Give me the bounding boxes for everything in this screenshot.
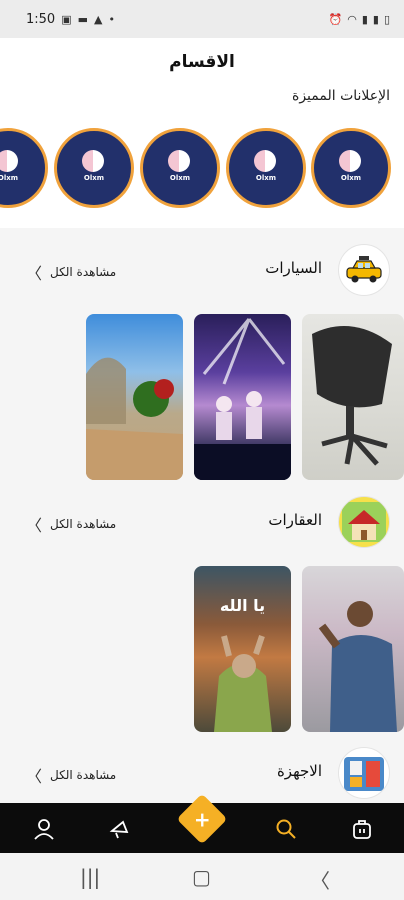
add-icon: + xyxy=(193,806,211,831)
listing-thumbnail-prayer[interactable]: يا الله xyxy=(194,566,291,732)
listing-thumbnail-man[interactable] xyxy=(302,566,404,732)
olx-logo-icon: Olxm xyxy=(329,146,373,190)
chevron-left-icon: 〈 xyxy=(26,767,43,786)
featured-ad[interactable]: Olxm xyxy=(140,128,220,208)
chevron-left-icon: 〈 xyxy=(26,264,43,283)
category-name: العقارات xyxy=(268,511,322,529)
see-all-label: مشاهدة الكل xyxy=(50,768,117,782)
category-header-cars[interactable]: السيارات 〈 مشاهدة الكل xyxy=(0,240,404,300)
olx-logo-icon: Olxm xyxy=(0,146,30,190)
listing-thumbnail-chair[interactable] xyxy=(302,314,404,480)
category-header-devices[interactable]: الاجهزة 〈 مشاهدة الكل xyxy=(0,743,404,803)
message-icon: ▬ xyxy=(77,12,89,26)
home-icon[interactable]: ▢ xyxy=(192,865,211,889)
category-name: الاجهزة xyxy=(276,762,322,780)
bottom-navigation: + xyxy=(0,793,404,853)
taxi-icon xyxy=(338,244,390,296)
olx-logo-icon: Olxm xyxy=(158,146,202,190)
dot-icon: • xyxy=(108,12,115,26)
gallery-icon: ▣ xyxy=(61,12,72,26)
featured-ad[interactable]: Olxm xyxy=(311,128,391,208)
status-time: 1:50 xyxy=(26,11,56,27)
see-all-label: مشاهدة الكل xyxy=(50,265,117,279)
category-header-real-estate[interactable]: العقارات 〈 مشاهدة الكل xyxy=(0,492,404,552)
battery-icon: ▯ xyxy=(383,12,390,26)
featured-title: الإعلانات المميزة xyxy=(292,88,390,104)
megaphone-icon[interactable] xyxy=(106,815,134,843)
signal-icon: ▮ xyxy=(361,12,368,26)
wifi-icon: ◠ xyxy=(347,12,357,26)
chevron-left-icon: 〈 xyxy=(26,516,43,535)
see-all-link[interactable]: 〈 مشاهدة الكل xyxy=(26,763,116,787)
see-all-link[interactable]: 〈 مشاهدة الكل xyxy=(26,260,116,284)
featured-ads-row[interactable]: Olxm Olxm Olxm Olxm Olxm xyxy=(0,126,404,212)
alert-icon: ▲ xyxy=(94,12,103,26)
featured-ad[interactable]: Olxm xyxy=(226,128,306,208)
back-icon[interactable]: 〈 xyxy=(310,865,330,894)
status-bar: 1:50 ▣ ▬ ▲ • ⏰ ◠ ▮ ▮ ▯ xyxy=(0,0,404,38)
profile-icon[interactable] xyxy=(30,815,58,843)
devices-icon xyxy=(338,747,390,799)
alarm-icon: ⏰ xyxy=(328,12,343,26)
olx-logo-icon: Olxm xyxy=(244,146,288,190)
category-name: السيارات xyxy=(265,259,322,277)
house-icon xyxy=(338,496,390,548)
signal-icon-2: ▮ xyxy=(372,12,379,26)
listing-thumbnail-concert[interactable] xyxy=(194,314,291,480)
featured-ad[interactable]: Olxm xyxy=(0,128,48,208)
see-all-link[interactable]: 〈 مشاهدة الكل xyxy=(26,512,116,536)
listing-thumbnail-trees[interactable] xyxy=(86,314,183,480)
recent-apps-icon[interactable]: ||| xyxy=(80,865,100,889)
search-icon[interactable] xyxy=(272,815,300,843)
shop-icon[interactable] xyxy=(348,815,376,843)
see-all-label: مشاهدة الكل xyxy=(50,517,117,531)
olx-logo-icon: Olxm xyxy=(72,146,116,190)
system-navigation: ||| ▢ 〈 xyxy=(0,853,404,900)
featured-ad[interactable]: Olxm xyxy=(54,128,134,208)
